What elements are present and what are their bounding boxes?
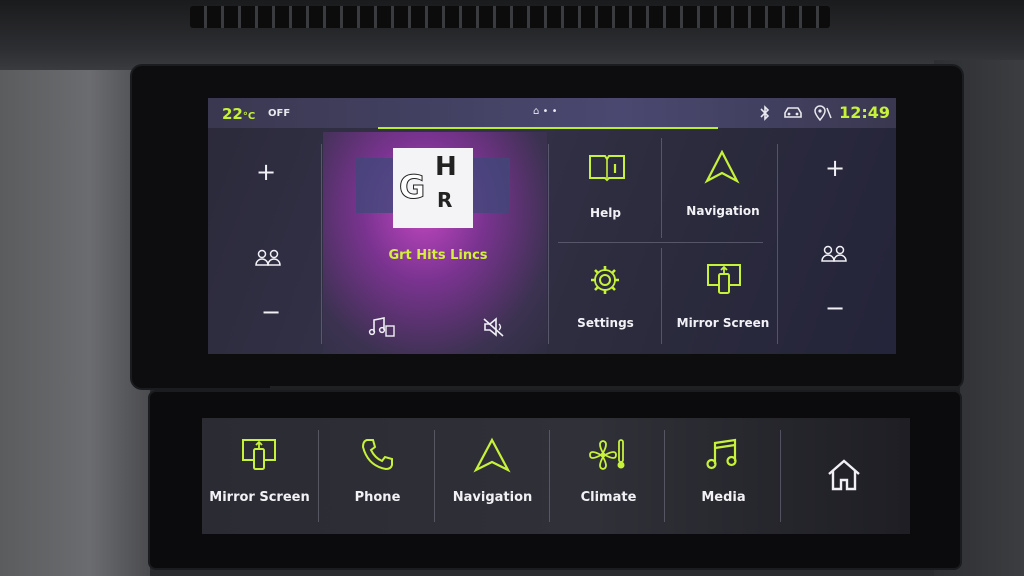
climate-icon [589,439,625,470]
navigation-icon [473,437,511,473]
temperature-readout[interactable]: 22°C [222,105,255,123]
settings-icon [591,266,619,294]
navigation-label: Navigation [686,204,760,218]
phone-icon [361,439,393,471]
station-name: Grt Hits Lincs [388,248,488,263]
divider [558,242,763,243]
help-tile[interactable]: Help [553,138,658,240]
main-screen: 22°C OFF ⌂ • • 12:49 + − G H R Grt Hits [208,98,896,354]
help-icon [589,155,625,182]
divider [664,430,665,522]
navigation-tile[interactable]: Navigation [664,138,782,240]
touch-bar: Mirror Screen Phone Navigation Climate M… [202,418,910,534]
left-volume-up-button[interactable]: + [251,158,281,186]
media-progress-bar [378,127,718,129]
page-indicator: ⌂ • • [533,106,558,117]
fan-status[interactable]: OFF [268,108,290,119]
music-source-icon[interactable] [368,316,396,338]
right-volume-down-button[interactable]: − [820,294,850,322]
bar-navigation-button[interactable]: Navigation [435,418,550,534]
bar-mirror-screen-label: Mirror Screen [209,490,310,505]
bar-media-label: Media [701,490,746,505]
divider [661,138,662,238]
mute-icon[interactable] [481,316,507,338]
home-icon [828,459,860,491]
mirror-screen-icon [242,439,276,470]
air-vent [0,0,1024,70]
bar-navigation-label: Navigation [452,490,533,505]
dashboard-left [0,70,150,576]
status-bar: 22°C OFF ⌂ • • 12:49 [208,98,896,128]
settings-tile[interactable]: Settings [553,246,658,346]
divider [548,144,549,344]
divider [661,248,662,344]
navigation-icon [704,150,740,184]
bar-climate-button[interactable]: Climate [551,418,666,534]
mirror-screen-tile[interactable]: Mirror Screen [664,246,782,346]
clock: 12:49 [839,103,890,122]
media-icon [706,438,737,470]
profile-icon[interactable] [254,248,282,268]
help-label: Help [590,206,621,220]
location-icon [814,105,832,122]
right-volume-up-button[interactable]: + [820,154,850,182]
divider [549,430,550,522]
mirror-screen-icon [707,264,741,294]
divider [318,430,319,522]
bar-mirror-screen-button[interactable]: Mirror Screen [202,418,317,534]
divider [777,144,778,344]
bar-media-button[interactable]: Media [666,418,781,534]
profile-icon[interactable] [820,244,848,264]
settings-label: Settings [577,316,634,330]
bar-home-button[interactable] [784,418,904,534]
left-volume-down-button[interactable]: − [256,298,286,326]
station-logo: G H R [393,148,473,228]
divider [780,430,781,522]
bar-phone-button[interactable]: Phone [320,418,435,534]
bluetooth-icon [760,105,770,121]
vent-slots [190,6,830,28]
mirror-screen-label: Mirror Screen [676,316,770,330]
bar-climate-label: Climate [580,490,637,505]
divider [321,144,322,344]
bar-phone-label: Phone [354,490,401,505]
car-icon [784,107,802,118]
